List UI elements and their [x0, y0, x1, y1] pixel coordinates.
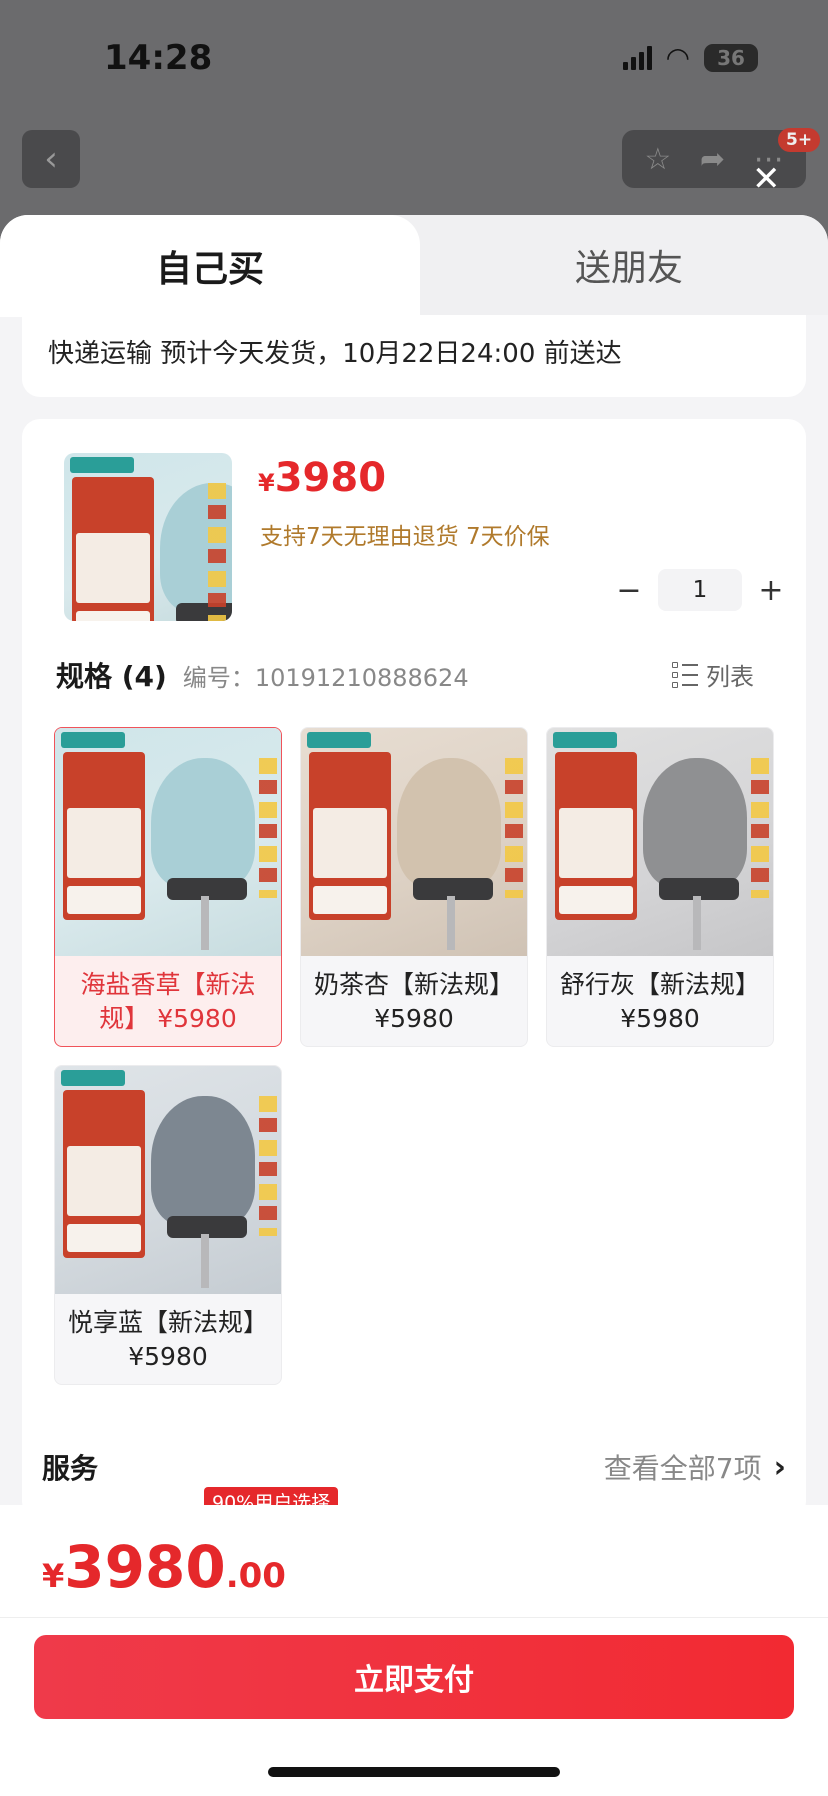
option-image — [55, 1066, 281, 1294]
option-image — [55, 728, 281, 956]
product-price: ¥3980 — [258, 455, 387, 501]
spec-code: 编号：10191210888624 — [182, 664, 469, 692]
checkout-footer: ¥3980.00 立即支付 — [0, 1505, 828, 1796]
option-label: 奶茶杏【新法规】 ¥5980 — [313, 970, 514, 1033]
signal-icon — [622, 46, 652, 70]
chevron-left-icon: ‹ — [44, 139, 58, 179]
shipping-card: 快递运输 预计今天发货，10月22日24:00 前送达 — [22, 315, 806, 397]
wifi-icon: ◠ — [665, 41, 690, 74]
purchase-sheet: 自己买 送朋友 快递运输 预计今天发货，10月22日24:00 前送达 ¥398… — [0, 215, 828, 1796]
home-indicator — [268, 1767, 560, 1777]
product-thumbnail[interactable] — [64, 453, 232, 621]
status-time: 14:28 — [104, 38, 213, 78]
spec-option-grey[interactable]: 舒行灰【新法规】 ¥5980 — [546, 727, 774, 1047]
spec-title: 规格 (4) — [56, 660, 167, 693]
option-label: 海盐香草【新法规】 ¥5980 — [80, 970, 256, 1033]
option-image — [547, 728, 773, 956]
pay-now-button[interactable]: 立即支付 — [34, 1635, 794, 1719]
quantity-value[interactable]: 1 — [658, 569, 742, 611]
close-icon[interactable]: ✕ — [752, 162, 781, 196]
services-title: 服务 — [42, 1452, 99, 1485]
spec-header: 规格 (4) 编号：10191210888624 — [56, 655, 469, 695]
back-button[interactable]: ‹ — [22, 130, 80, 188]
minus-button[interactable]: − — [608, 569, 650, 611]
spec-option-milk-tea[interactable]: 奶茶杏【新法规】 ¥5980 — [300, 727, 528, 1047]
chevron-right-icon: › — [773, 1449, 786, 1485]
option-label: 舒行灰【新法规】 ¥5980 — [559, 970, 760, 1033]
share-icon[interactable]: ➦ — [700, 142, 725, 177]
list-view-toggle[interactable]: 列表 — [672, 657, 754, 692]
option-label: 悦享蓝【新法规】 ¥5980 — [67, 1308, 268, 1371]
tab-gift-friend[interactable]: 送朋友 — [430, 215, 828, 315]
tab-bar: 自己买 送朋友 — [0, 215, 828, 317]
services-more-label: 查看全部7项 — [603, 1452, 762, 1485]
status-icons: ◠ 36 — [622, 41, 758, 74]
product-image — [64, 453, 232, 621]
services-row: 服务 查看全部7项 › — [42, 1447, 786, 1487]
spec-option-blue[interactable]: 悦享蓝【新法规】 ¥5980 — [54, 1065, 282, 1385]
return-policy: 支持7天无理由退货 7天价保 — [260, 524, 550, 550]
product-card: ¥3980 支持7天无理由退货 7天价保 − 1 + 规格 (4) 编号：101… — [22, 419, 806, 1549]
list-icon — [672, 661, 698, 688]
tab-buy-self[interactable]: 自己买 — [0, 215, 420, 317]
plus-button[interactable]: + — [750, 569, 792, 611]
divider — [0, 1617, 828, 1618]
notification-badge: 5+ — [778, 128, 821, 152]
shipping-text: 快递运输 预计今天发货，10月22日24:00 前送达 — [48, 339, 622, 369]
total-price: ¥3980.00 — [42, 1533, 286, 1601]
option-image — [301, 728, 527, 956]
services-more[interactable]: 查看全部7项 › — [604, 1447, 786, 1487]
spec-option-sea-salt[interactable]: 海盐香草【新法规】 ¥5980 — [54, 727, 282, 1047]
star-icon[interactable]: ☆ — [644, 142, 671, 177]
quantity-stepper: − 1 + — [608, 569, 792, 611]
list-label: 列表 — [706, 663, 754, 691]
battery-icon: 36 — [704, 44, 758, 72]
